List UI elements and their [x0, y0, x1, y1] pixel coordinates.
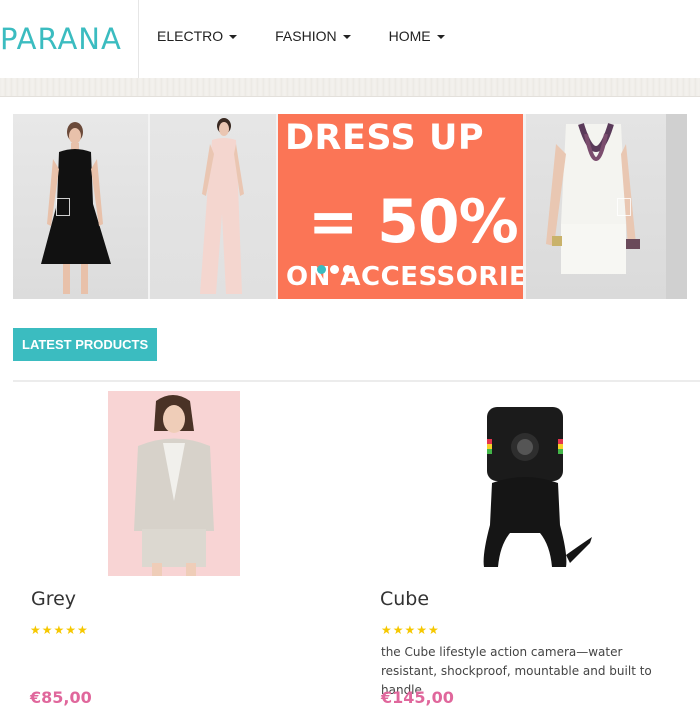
promo-discount: = 50% — [308, 187, 519, 257]
nav-item-electro[interactable]: ELECTRO — [157, 28, 238, 44]
site-header: PARANA ELECTRO FASHION HOME — [0, 0, 700, 78]
caret-down-icon — [436, 35, 445, 40]
product-name[interactable]: Cube — [380, 588, 429, 610]
banner-model-pink-jumpsuit-image — [150, 114, 276, 299]
main-nav: ELECTRO FASHION HOME — [157, 28, 483, 44]
section-divider — [13, 380, 700, 382]
banner-edge-panel — [666, 114, 687, 299]
product-rating-stars: ★★★★★ — [30, 623, 89, 637]
banner-prev-arrow-icon[interactable] — [56, 198, 70, 216]
banner-model-accessories-image — [526, 114, 666, 299]
banner-pagination — [317, 265, 356, 274]
caret-down-icon — [342, 35, 351, 40]
product-image-cube-camera[interactable] — [470, 405, 595, 575]
product-price: €85,00 — [30, 688, 92, 707]
banner-next-arrow-icon[interactable] — [617, 198, 631, 216]
nav-item-label: HOME — [388, 28, 431, 44]
nav-item-home[interactable]: HOME — [389, 28, 445, 44]
latest-products-heading: LATEST PRODUCTS — [13, 328, 158, 361]
banner-dot-1[interactable] — [317, 265, 326, 274]
product-image-grey-suit[interactable] — [108, 391, 240, 576]
banner-model-black-dress-image — [13, 114, 148, 299]
promo-headline: DRESS UP — [285, 118, 485, 158]
nav-item-label: FASHION — [275, 28, 337, 44]
product-name[interactable]: Grey — [31, 588, 76, 610]
logo-text[interactable]: PARANA — [0, 22, 122, 56]
nav-item-label: ELECTRO — [157, 28, 224, 44]
banner-dot-3[interactable] — [343, 265, 352, 274]
banner-dot-2[interactable] — [330, 265, 339, 274]
header-divider-strip — [0, 78, 700, 97]
product-rating-stars: ★★★★★ — [381, 623, 440, 637]
caret-down-icon — [229, 35, 238, 40]
nav-item-fashion[interactable]: FASHION — [275, 28, 351, 44]
logo[interactable]: PARANA — [0, 0, 139, 78]
product-price: €145,00 — [381, 688, 454, 707]
banner-promo-panel[interactable]: DRESS UP = 50% ON ACCESSORIES — [278, 114, 523, 299]
